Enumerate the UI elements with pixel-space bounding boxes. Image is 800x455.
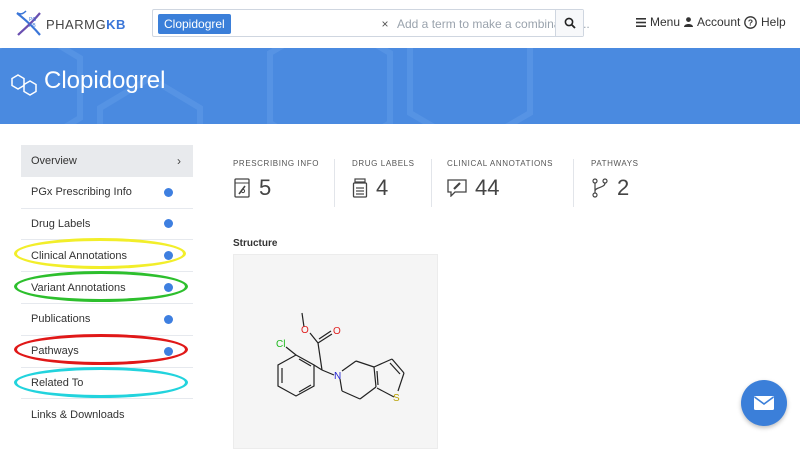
sidebar-item-drug-labels[interactable]: Drug Labels [21,209,193,241]
atom-label-carbonyl-oxygen: O [333,326,341,337]
drug-label-icon [352,178,368,198]
stat-label: PATHWAYS [591,159,639,168]
pharmgkb-logo[interactable]: PG KB PHARMGKB [14,8,144,40]
atom-label-sulfur: S [393,393,400,404]
annotation-icon [447,179,467,197]
sidebar-item-label: Overview [31,154,77,167]
help-button[interactable]: ? Help [744,15,786,29]
page-title: Clopidogrel [44,67,166,94]
stat-clinical-annotations[interactable]: CLINICAL ANNOTATIONS 44 [447,159,553,201]
stat-label: CLINICAL ANNOTATIONS [447,159,554,168]
stat-divider [334,159,335,207]
account-label: Account [697,15,741,29]
account-icon [684,17,693,27]
page-banner: Clopidogrel [0,48,800,124]
sidebar-item-pgx-prescribing-info[interactable]: PGx Prescribing Info [21,177,193,209]
svg-text:?: ? [748,17,753,27]
pharmgkb-logo-icon: PG KB [16,10,41,36]
structure-image: Cl O O N S [233,254,438,449]
atom-label-chlorine: Cl [276,339,285,350]
pathway-icon [592,178,608,198]
stat-pathways[interactable]: PATHWAYS 2 [591,159,639,201]
search-button[interactable] [555,10,583,36]
stat-divider [431,159,432,207]
help-label: Help [761,15,786,29]
search-term-chip[interactable]: Clopidogrel [158,14,231,34]
chemical-structure-diagram: Cl O O N S [276,312,405,404]
prescription-icon [234,178,250,198]
molecule-icon [11,74,37,96]
status-dot-icon [164,219,173,229]
logo-text: PHARMGKB [46,16,126,32]
status-dot-icon [164,314,173,324]
menu-icon [636,17,646,27]
stat-value: 44 [475,175,500,200]
highlight-ring-red [14,334,188,365]
svg-text:KB: KB [29,23,36,29]
atom-label-ester-oxygen: O [301,325,309,336]
status-dot-icon [164,187,173,197]
stat-label: DRUG LABELS [352,159,415,168]
atom-label-nitrogen: N [334,371,341,382]
structure-heading: Structure [233,238,278,249]
sidebar-item-links-downloads[interactable]: Links & Downloads [21,399,193,431]
stat-value: 5 [259,175,272,200]
stat-value: 2 [617,175,630,200]
highlight-ring-yellow [14,238,186,269]
search-bar: Clopidogrel × [152,9,707,37]
search-icon [564,17,576,29]
stat-divider [573,159,574,207]
mail-icon [754,396,774,410]
stat-drug-labels[interactable]: DRUG LABELS 4 [352,159,415,201]
remove-term-icon[interactable]: × [378,14,392,34]
stat-value: 4 [376,175,389,200]
sidebar-item-label: PGx Prescribing Info [31,186,132,199]
top-bar: PG KB PHARMGKB Clopidogrel × Menu Accoun… [0,0,800,48]
stat-label: PRESCRIBING INFO [233,159,320,168]
menu-button[interactable]: Menu [636,15,680,29]
sidebar-item-label: Publications [31,313,91,326]
stat-prescribing-info[interactable]: PRESCRIBING INFO 5 [233,159,319,201]
account-button[interactable]: Account [684,15,740,29]
menu-label: Menu [650,15,681,29]
help-icon: ? [744,15,757,29]
chevron-right-icon: › [177,153,181,168]
contact-mail-button[interactable] [741,380,787,426]
sidebar-item-label: Links & Downloads [31,409,125,422]
sidebar-item-publications[interactable]: Publications [21,304,193,336]
sidebar-item-overview[interactable]: Overview › [21,145,193,177]
highlight-ring-cyan [14,367,188,398]
sidebar-item-label: Drug Labels [31,217,91,230]
highlight-ring-green [14,271,188,302]
